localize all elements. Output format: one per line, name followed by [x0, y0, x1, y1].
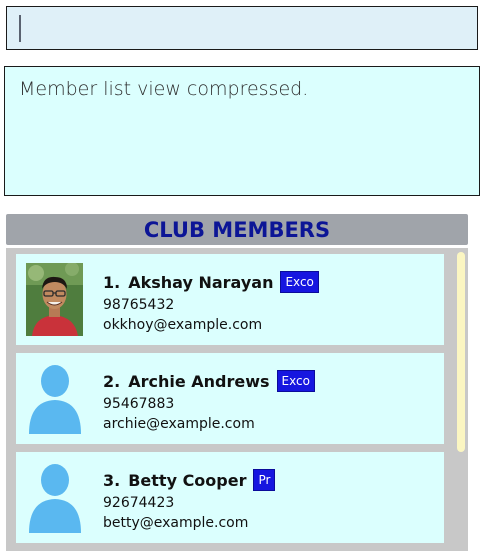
member-email: okkhoy@example.com [103, 317, 263, 333]
member-photo [26, 263, 83, 336]
member-list[interactable]: 1. Akshay Narayan Exco 98765432 okkhoy@e… [6, 248, 468, 551]
command-input[interactable] [6, 6, 478, 50]
member-name: Betty Cooper [128, 470, 247, 490]
member-tag: Pr [253, 469, 276, 491]
member-tag: Exco [276, 370, 315, 392]
text-caret [19, 15, 21, 42]
person-icon [26, 461, 83, 534]
member-list-title: CLUB MEMBERS [143, 217, 331, 242]
member-phone: 92674423 [103, 495, 175, 511]
person-icon [26, 362, 83, 435]
member-tag: Exco [280, 271, 319, 293]
member-email: archie@example.com [103, 416, 255, 432]
member-email: betty@example.com [103, 515, 249, 531]
member-card[interactable]: 3. Betty Cooper Pr 92674423 betty@exampl… [16, 452, 444, 543]
result-display: Member list view compressed. [4, 66, 480, 196]
member-phone: 98765432 [103, 297, 175, 313]
member-index: 2. [103, 371, 121, 391]
member-name: Akshay Narayan [128, 272, 274, 292]
member-card[interactable]: 2. Archie Andrews Exco 95467883 archie@e… [16, 353, 444, 444]
member-name: Archie Andrews [128, 371, 270, 391]
member-phone: 95467883 [103, 396, 175, 412]
member-card[interactable]: 1. Akshay Narayan Exco 98765432 okkhoy@e… [16, 254, 444, 345]
scrollbar[interactable] [457, 252, 465, 452]
member-index: 3. [103, 470, 121, 490]
member-index: 1. [103, 272, 121, 292]
member-list-header: CLUB MEMBERS [6, 214, 468, 245]
result-text: Member list view compressed. [19, 78, 309, 100]
